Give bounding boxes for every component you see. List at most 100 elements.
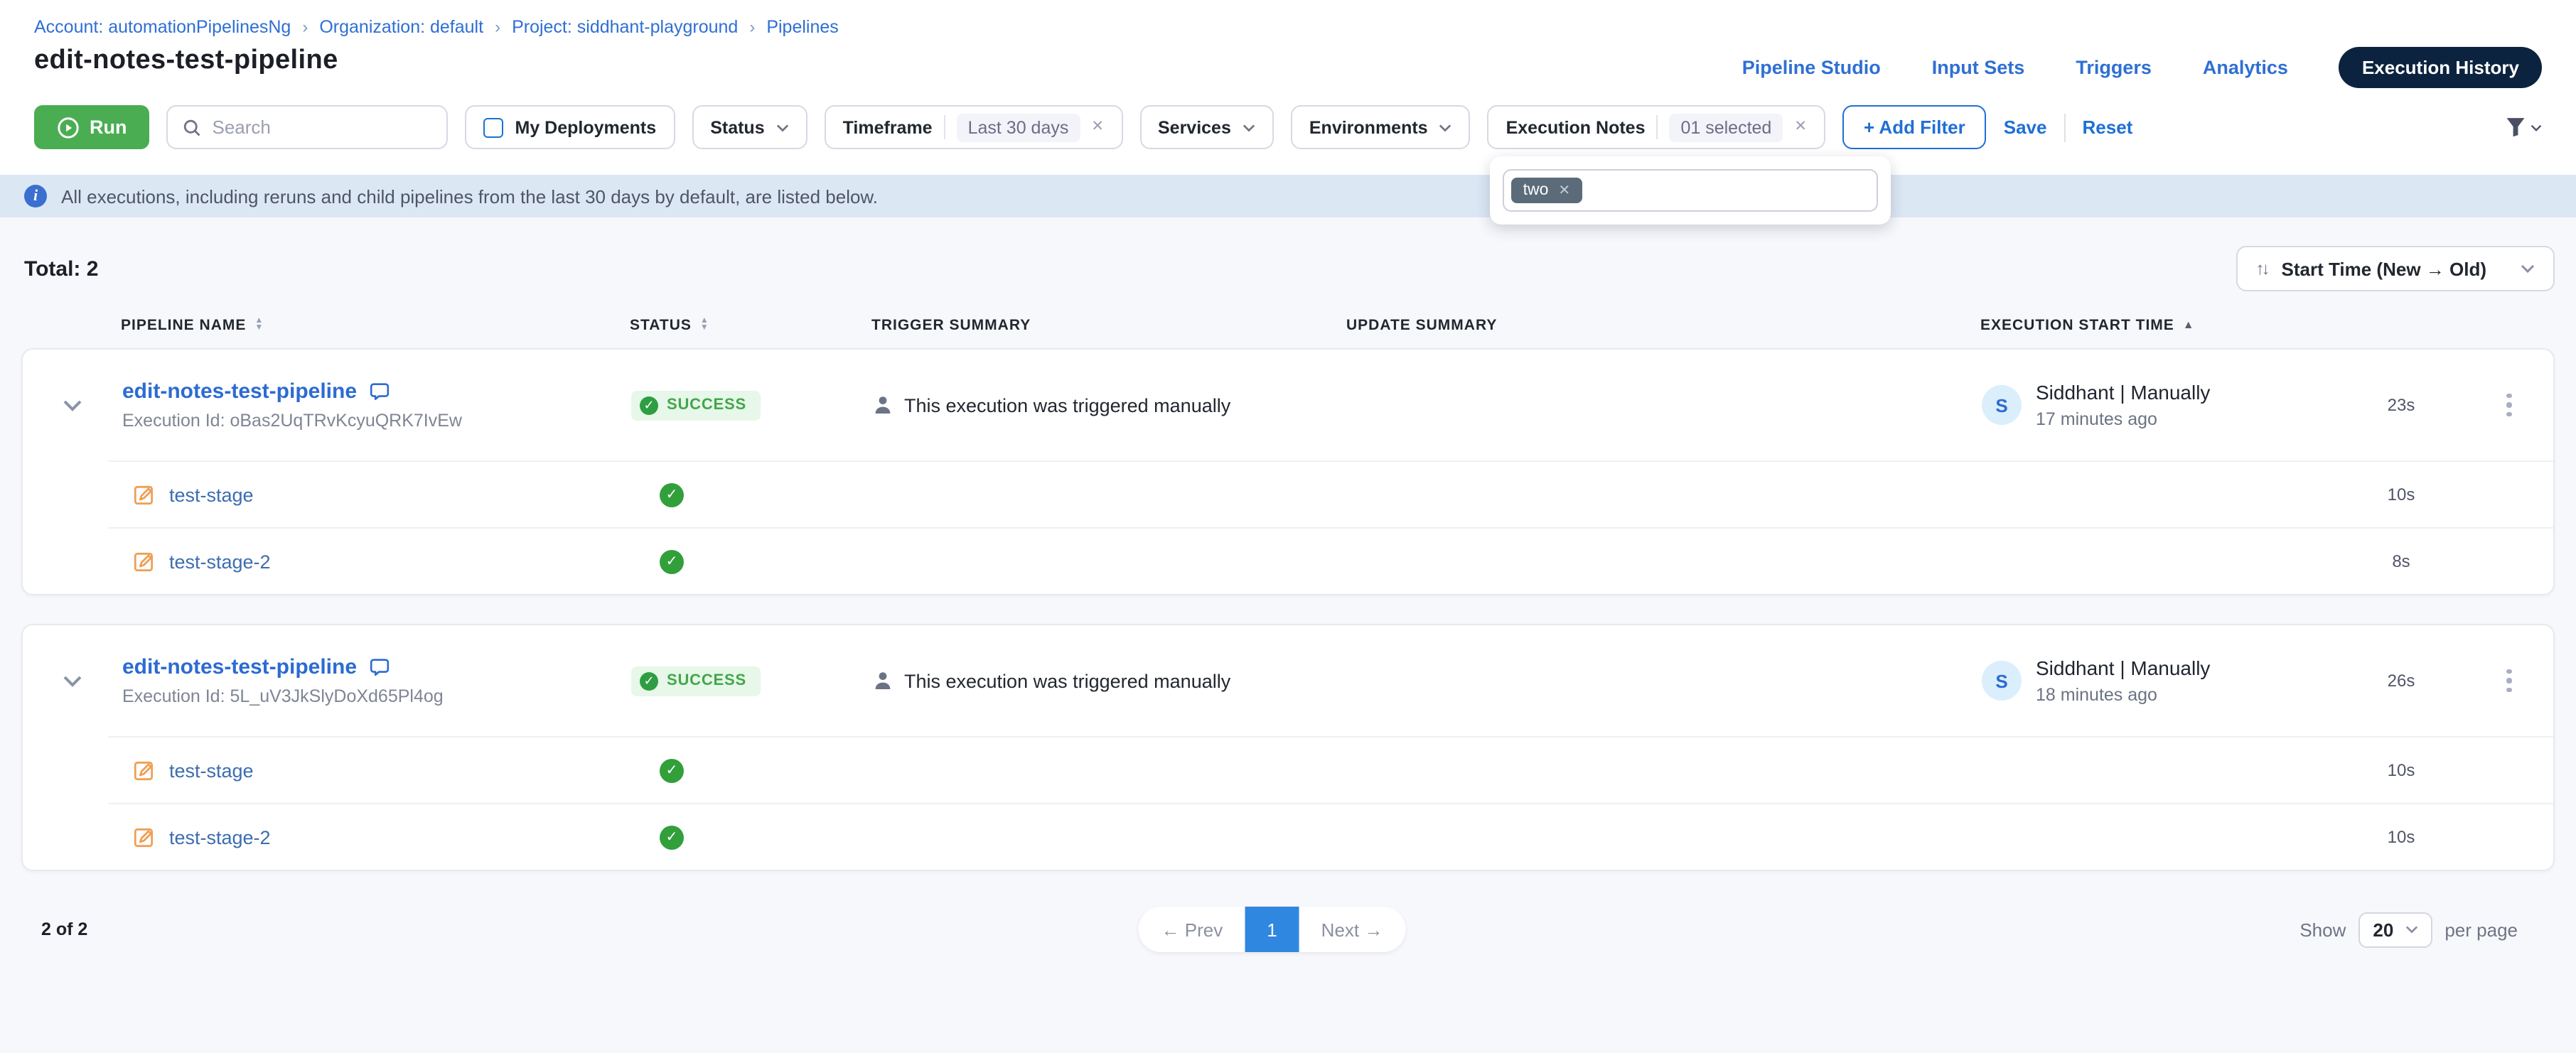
info-icon: i (24, 185, 47, 207)
save-filter-link[interactable]: Save (2004, 117, 2047, 138)
breadcrumb-account-link[interactable]: Account: automationPipelinesNg (34, 17, 291, 37)
row-menu-kebab-icon[interactable] (2499, 388, 2521, 423)
execution-notes-clear-icon[interactable]: ✕ (1794, 120, 1807, 135)
user-trigger-icon (873, 671, 893, 691)
my-deployments-toggle[interactable]: My Deployments (466, 105, 675, 149)
column-header-execution-start-time[interactable]: EXECUTION START TIME ▲ (1980, 317, 2336, 334)
column-header-trigger-summary: TRIGGER SUMMARY (871, 317, 1346, 334)
sort-ascending-icon: ▲ (2183, 320, 2195, 331)
breadcrumb-project-link[interactable]: Project: siddhant-playground (512, 17, 738, 37)
column-label: EXECUTION START TIME (1980, 317, 2174, 334)
chevron-down-icon (2405, 925, 2417, 934)
per-page-label: per page (2444, 919, 2518, 940)
pager: ← Prev 1 Next → (1139, 907, 1406, 952)
tab-pipeline-studio[interactable]: Pipeline Studio (1742, 57, 1881, 78)
page-size-select[interactable]: 20 (2358, 912, 2432, 947)
pipeline-name-link[interactable]: edit-notes-test-pipeline (122, 379, 357, 404)
divider (1656, 115, 1658, 139)
breadcrumb: Account: automationPipelinesNg › Organiz… (34, 17, 2542, 37)
column-label: TRIGGER SUMMARY (871, 317, 1031, 334)
note-tag-remove-icon[interactable]: ✕ (1558, 183, 1570, 198)
pagination-footer: 2 of 2 ← Prev 1 Next → Show 20 per page (21, 905, 2555, 954)
next-page-button[interactable]: Next → (1299, 907, 1406, 952)
prev-page-button[interactable]: ← Prev (1139, 907, 1246, 952)
column-label: UPDATE SUMMARY (1346, 317, 1497, 334)
status-badge-label: SUCCESS (667, 396, 746, 414)
status-filter-dropdown[interactable]: Status (692, 105, 807, 149)
stage-name-link[interactable]: test-stage (169, 484, 254, 505)
note-tag: two ✕ (1512, 178, 1582, 203)
status-badge: ✓ SUCCESS (631, 390, 761, 420)
sort-updown-icon: ↑↓ (2256, 259, 2268, 279)
current-page-button[interactable]: 1 (1245, 907, 1298, 952)
stage-success-icon: ✓ (660, 758, 684, 782)
pipeline-name-link[interactable]: edit-notes-test-pipeline (122, 655, 357, 679)
execution-row[interactable]: edit-notes-test-pipeline Execution Id: o… (23, 350, 2553, 460)
services-filter-dropdown[interactable]: Services (1139, 105, 1274, 149)
search-input[interactable] (213, 117, 433, 138)
row-expander-chevron-icon[interactable] (23, 674, 122, 687)
stage-name-link[interactable]: test-stage-2 (169, 826, 271, 848)
page-header: Account: automationPipelinesNg › Organiz… (0, 0, 2576, 102)
timeframe-clear-icon[interactable]: ✕ (1091, 120, 1104, 135)
column-header-pipeline-name[interactable]: PIPELINE NAME ▲▼ (121, 317, 630, 334)
execution-duration: 26s (2337, 671, 2465, 691)
row-expander-chevron-icon[interactable] (23, 399, 122, 411)
execution-notes-filter[interactable]: Execution Notes 01 selected ✕ (1488, 105, 1825, 149)
my-deployments-label: My Deployments (515, 117, 657, 137)
stage-row[interactable]: test-stage-2 ✓ 8s (23, 529, 2553, 594)
stage-success-icon: ✓ (660, 549, 684, 573)
stage-row[interactable]: test-stage ✓ 10s (23, 462, 2553, 527)
stage-name-link[interactable]: test-stage-2 (169, 551, 271, 572)
stage-edit-icon (132, 482, 156, 507)
stage-edit-icon (132, 758, 156, 782)
column-header-status[interactable]: STATUS ▲▼ (630, 317, 871, 334)
timeframe-filter[interactable]: Timeframe Last 30 days ✕ (825, 105, 1122, 149)
tab-triggers[interactable]: Triggers (2076, 57, 2152, 78)
my-deployments-checkbox[interactable] (484, 117, 504, 137)
sort-dropdown[interactable]: ↑↓ Start Time (New → Old) (2236, 246, 2555, 291)
success-check-icon: ✓ (640, 671, 658, 690)
trigger-summary-text: This execution was triggered manually (904, 394, 1230, 416)
filter-toolbar: Run My Deployments Status Timeframe Last… (0, 102, 2576, 175)
chevron-down-icon (1243, 123, 1255, 131)
stage-row[interactable]: test-stage ✓ 10s (23, 738, 2553, 803)
stage-name-link[interactable]: test-stage (169, 760, 254, 781)
reset-filter-link[interactable]: Reset (2083, 117, 2133, 138)
execution-notes-tag-input[interactable]: two ✕ (1503, 169, 1879, 212)
execution-notes-popup: two ✕ (1491, 156, 1891, 225)
execution-notes-label: Execution Notes (1506, 117, 1646, 137)
run-button-label: Run (90, 117, 127, 138)
breadcrumb-pipelines-link[interactable]: Pipelines (766, 17, 838, 37)
breadcrumb-org-link[interactable]: Organization: default (319, 17, 483, 37)
run-button[interactable]: Run (34, 105, 150, 149)
execution-card: edit-notes-test-pipeline Execution Id: 5… (21, 624, 2555, 871)
tab-input-sets[interactable]: Input Sets (1932, 57, 2025, 78)
stage-success-icon: ✓ (660, 825, 684, 849)
stage-duration: 8s (2337, 551, 2465, 571)
stage-edit-icon (132, 549, 156, 573)
environments-filter-dropdown[interactable]: Environments (1291, 105, 1471, 149)
execution-notes-comment-icon[interactable] (368, 381, 391, 402)
stage-duration: 10s (2337, 827, 2465, 847)
stage-row[interactable]: test-stage-2 ✓ 10s (23, 804, 2553, 870)
filter-menu-button[interactable] (2505, 117, 2542, 138)
execution-row[interactable]: edit-notes-test-pipeline Execution Id: 5… (23, 625, 2553, 736)
row-menu-kebab-icon[interactable] (2499, 664, 2521, 698)
add-filter-button[interactable]: + Add Filter (1842, 105, 1987, 149)
environments-filter-label: Environments (1309, 117, 1428, 137)
trigger-summary-text: This execution was triggered manually (904, 670, 1230, 691)
info-banner: i All executions, including reruns and c… (0, 175, 2576, 217)
timeframe-label: Timeframe (843, 117, 933, 137)
page-size-value: 20 (2373, 919, 2393, 940)
start-time-ago: 18 minutes ago (2036, 685, 2210, 705)
status-filter-label: Status (710, 117, 764, 137)
execution-notes-comment-icon[interactable] (368, 657, 391, 678)
chevron-down-icon (2531, 123, 2542, 131)
sort-dropdown-label: Start Time (New → Old) (2282, 258, 2486, 279)
execution-notes-filter-wrap: Execution Notes 01 selected ✕ two ✕ (1488, 105, 1825, 149)
tab-execution-history[interactable]: Execution History (2339, 47, 2542, 88)
search-icon (183, 117, 203, 137)
pipeline-nav: Pipeline Studio Input Sets Triggers Anal… (1742, 47, 2542, 88)
tab-analytics[interactable]: Analytics (2203, 57, 2288, 78)
